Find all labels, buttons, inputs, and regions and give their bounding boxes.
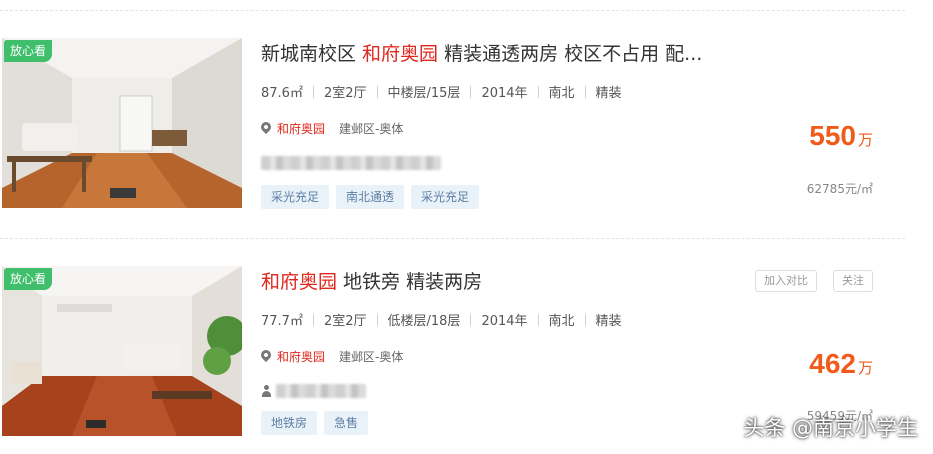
fact-area: 77.7㎡ [261,314,303,329]
fact-year: 2014年 [481,86,528,101]
fact-area: 87.6㎡ [261,86,303,101]
fact-orientation: 南北 [548,86,575,101]
title-community: 和府奥园 [261,271,338,293]
price-value: 550 [809,120,856,151]
agent-row [261,380,366,398]
unit-price: 62785元/㎡ [806,182,873,196]
community-link[interactable]: 和府奥园 [277,350,325,364]
location-row: 和府奥园 建邺区-奥体 [258,119,404,138]
person-icon [261,384,272,397]
listing-divider [0,238,905,239]
tag: 地铁房 [261,411,318,435]
tag-list: 采光充足 南北通透 采光充足 [261,185,486,209]
title-community: 和府奥园 [362,43,439,65]
fact-floor: 低楼层/18层 [387,314,461,329]
title-suffix: 地铁旁 精装两房 [337,271,483,293]
district-text: 建邺区-奥体 [339,122,404,136]
top-divider [0,10,905,11]
tag-list: 地铁房 急售 [261,411,375,435]
trust-badge: 放心看 [4,268,53,290]
tag: 采光充足 [411,185,480,209]
agent-info-blurred [261,155,441,170]
listing-title[interactable]: 新城南校区 和府奥园 精装通透两房 校区不占用 配... [261,41,702,67]
house-facts: 77.7㎡ 2室2厅 低楼层/18层 2014年 南北 精装 [261,313,622,331]
watermark-text: 头条 @南京小学生 [743,416,918,440]
price-value: 462 [809,348,856,379]
fact-floor: 中楼层/15层 [387,86,461,101]
listing-title[interactable]: 和府奥园 地铁旁 精装两房 [261,269,482,295]
listing-photo[interactable]: 放心看 [2,266,242,436]
living-room-photo [2,38,242,208]
living-room-photo [2,266,242,436]
total-price: 550 万 [809,120,873,152]
tag: 急售 [324,411,369,435]
price-unit: 万 [857,131,873,149]
tag: 南北通透 [336,185,405,209]
map-pin-icon [258,347,274,363]
fact-layout: 2室2厅 [323,314,367,329]
community-link[interactable]: 和府奥园 [277,122,325,136]
fact-layout: 2室2厅 [323,86,367,101]
agent-info-blurred [276,383,366,398]
listing-card[interactable]: 放心看 新城南校区 和府奥园 精装通透两房 校区不占用 配... 87.6㎡ 2室… [0,38,933,238]
trust-badge: 放心看 [4,40,53,62]
fact-decoration: 精装 [595,86,622,101]
location-row: 和府奥园 建邺区-奥体 [258,347,404,366]
fact-orientation: 南北 [548,314,575,329]
district-text: 建邺区-奥体 [339,350,404,364]
fact-year: 2014年 [481,314,528,329]
listing-photo[interactable]: 放心看 [2,38,242,208]
map-pin-icon [258,119,274,135]
price-unit: 万 [857,359,873,377]
follow-button[interactable]: 关注 [833,270,873,292]
fact-decoration: 精装 [595,314,622,329]
agent-row [261,152,441,170]
add-compare-button[interactable]: 加入对比 [755,270,817,292]
title-prefix: 新城南校区 [261,43,363,65]
house-facts: 87.6㎡ 2室2厅 中楼层/15层 2014年 南北 精装 [261,85,622,103]
title-suffix: 精装通透两房 校区不占用 配... [438,43,703,65]
tag: 采光充足 [261,185,330,209]
total-price: 462 万 [809,348,873,380]
